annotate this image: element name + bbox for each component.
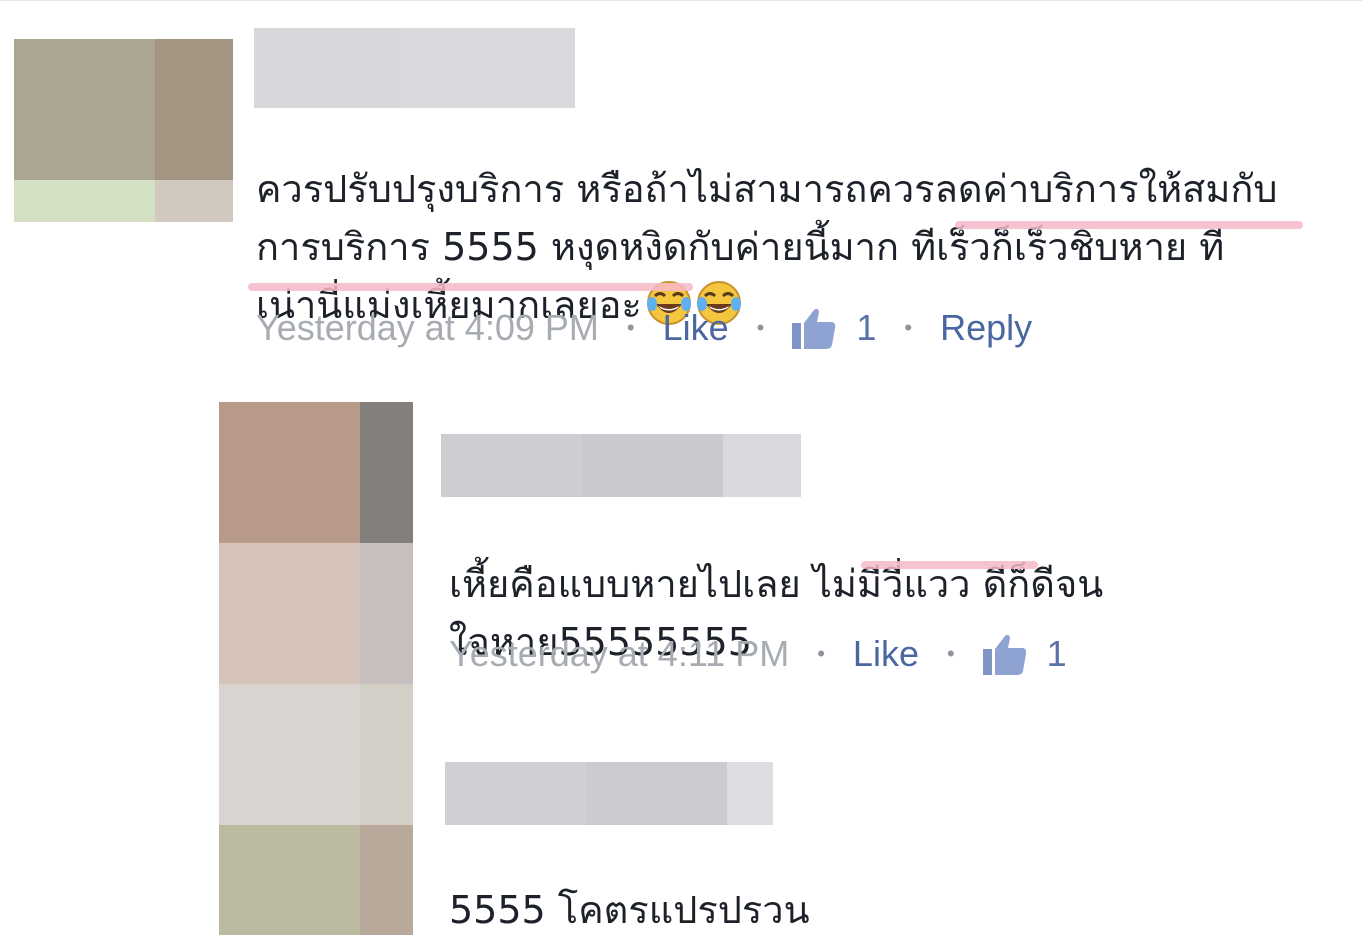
separator-dot: • — [946, 641, 955, 666]
timestamp[interactable]: Yesterday at 4:11 PM — [449, 633, 789, 675]
separator-dot: • — [626, 315, 635, 340]
highlight-underline — [248, 283, 693, 291]
thumbs-up-icon[interactable] — [792, 307, 836, 349]
comment-actions: Yesterday at 4:11 PM • Like • 1 — [449, 633, 1067, 675]
author-name-redacted[interactable] — [254, 28, 575, 108]
comment-text: ควรปรับปรุงบริการ หรือถ้าไม่สามารถควรลดค… — [256, 102, 1356, 334]
timestamp[interactable]: Yesterday at 4:09 PM — [256, 307, 599, 349]
comment-thread: ควรปรับปรุงบริการ หรือถ้าไม่สามารถควรลดค… — [0, 0, 1362, 935]
highlight-underline — [955, 221, 1303, 229]
like-button[interactable]: Like — [853, 633, 919, 675]
reply-button[interactable]: Reply — [940, 307, 1032, 349]
comment-text-body: 5555 โคตรแปรปรวน — [449, 888, 810, 932]
reaction-count[interactable]: 1 — [856, 307, 876, 349]
comment-text-body: ควรปรับปรุงบริการ หรือถ้าไม่สามารถควรลดค… — [256, 167, 1278, 327]
comment-actions: Yesterday at 4:09 PM • Like • 1 • Reply — [256, 307, 1032, 349]
highlight-underline — [861, 561, 1038, 569]
avatar[interactable] — [219, 402, 413, 935]
author-name-redacted[interactable] — [441, 434, 801, 497]
author-name-redacted[interactable] — [445, 762, 773, 825]
separator-dot: • — [904, 315, 913, 340]
thumbs-up-icon[interactable] — [982, 633, 1027, 675]
comment-text: 5555 โคตรแปรปรวน — [449, 823, 1249, 935]
like-button[interactable]: Like — [663, 307, 729, 349]
reaction-count[interactable]: 1 — [1047, 633, 1067, 675]
avatar[interactable] — [14, 39, 233, 222]
separator-dot: • — [756, 315, 765, 340]
divider — [0, 0, 1362, 1]
separator-dot: • — [817, 641, 825, 666]
